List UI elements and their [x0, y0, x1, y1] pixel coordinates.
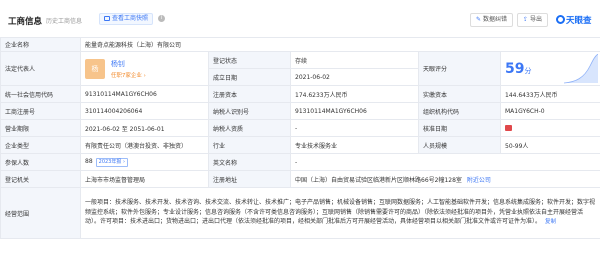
table-row: 登记机关 上海市市场监督管理局 注册地址 中国（上海）自由贸易试验区临港新片区顺…: [0, 170, 600, 188]
credit-code-label: 统一社会信用代码: [0, 85, 81, 103]
company-type-label: 企业类型: [0, 136, 81, 154]
taxpayer-label: 纳税人资质: [208, 119, 291, 137]
insured-label: 参保人数: [0, 153, 81, 171]
address-cell: 中国（上海）自由贸易试验区临港新片区顺林路66号2幢128室 附近公司: [289, 170, 600, 188]
insured-count: 88: [85, 157, 93, 165]
company-name-label: 企业名称: [0, 37, 81, 52]
avatar: 杨: [85, 58, 105, 79]
table-row: 工商注册号 310114004206064 纳税人识别号 91310114MA1…: [0, 102, 600, 120]
export-icon: ⇪: [523, 16, 529, 23]
nearby-companies-link[interactable]: 附近公司: [467, 177, 491, 184]
taxpayer-qualification: -: [290, 119, 419, 137]
business-scope: 一般项目：技术服务、技术开发、技术咨询、技术交流、技术转让、技术推广；电子产品销…: [85, 199, 596, 226]
staff-size: 50-99人: [499, 136, 600, 154]
edit-icon: ✎: [476, 16, 482, 23]
brand-name: 天眼查: [566, 16, 592, 26]
table-row: 经营范围 一般项目：技术服务、技术开发、技术咨询、技术交流、技术转让、技术推广；…: [0, 187, 600, 239]
paid-capital-label: 实缴资本: [418, 85, 501, 103]
info-icon[interactable]: i: [158, 15, 165, 22]
legal-rep-label: 法定代表人: [0, 51, 81, 86]
annual-report-badge[interactable]: 2023年报 ›: [95, 157, 128, 167]
table-row: 企业名称 能量奇点能源科技（上海）有限公司: [0, 37, 600, 52]
registered-address: 中国（上海）自由贸易试验区临港新片区顺林路66号2幢128室: [295, 176, 462, 184]
english-name-label: 英文名称: [208, 153, 291, 171]
tax-id: 91310114MA1GY6CH06: [290, 102, 419, 120]
section-header: 工商信息 历史工商信息 查看工商快照 i ✎ 数据纠错 ⇪ 导出 天眼查: [0, 0, 600, 34]
org-code-label: 组织机构代码: [418, 102, 501, 120]
english-name: -: [289, 153, 600, 171]
snapshot-label: 查看工商快照: [112, 15, 149, 22]
legal-rep-positions[interactable]: 任职7家企业 ›: [111, 71, 146, 79]
score-unit: 分: [524, 66, 532, 75]
biz-reg-label: 工商注册号: [0, 102, 81, 120]
approval-date-cell[interactable]: [499, 119, 600, 137]
table-row: 参保人数 88 2023年报 › 英文名称 -: [0, 153, 600, 171]
snapshot-button[interactable]: 查看工商快照: [99, 13, 154, 25]
data-correction-button[interactable]: ✎ 数据纠错: [470, 13, 514, 27]
tax-id-label: 纳税人识别号: [208, 102, 291, 120]
industry: 专业技术服务业: [290, 136, 419, 154]
score-label: 天眼评分: [418, 51, 501, 86]
address-label: 注册地址: [208, 170, 291, 188]
org-code: MA1GY6CH-0: [499, 102, 600, 120]
business-term: 2021-06-02 至 2051-06-01: [80, 119, 209, 137]
brand-logo: 天眼查: [556, 14, 592, 26]
legal-rep-cell: 杨 杨钊 任职7家企业 ›: [80, 51, 209, 86]
industry-label: 行业: [208, 136, 291, 154]
camera-icon: [104, 16, 110, 21]
authority-label: 登记机关: [0, 170, 81, 188]
business-info-table: 企业名称 能量奇点能源科技（上海）有限公司 法定代表人 杨 杨钊 任职7家企业 …: [0, 37, 600, 239]
status-label: 登记状态: [208, 51, 291, 69]
company-type: 有限责任公司（港澳台投资、非独资）: [80, 136, 209, 154]
business-scope-cell: 一般项目：技术服务、技术开发、技术咨询、技术交流、技术转让、技术推广；电子产品销…: [79, 187, 600, 239]
data-correction-label: 数据纠错: [483, 16, 508, 23]
table-row: 营业期限 2021-06-02 至 2051-06-01 纳税人资质 - 核准日…: [0, 119, 600, 137]
biz-reg-number: 310114004206064: [80, 102, 209, 120]
table-row: 企业类型 有限责任公司（港澳台投资、非独资） 行业 专业技术服务业 人员规模 5…: [0, 136, 600, 154]
legal-rep-name[interactable]: 杨钊: [111, 59, 146, 69]
brand-eye-icon: [556, 15, 565, 24]
reg-capital-label: 注册资本: [208, 85, 291, 103]
score-distribution-icon: [564, 54, 599, 84]
export-button[interactable]: ⇪ 导出: [517, 13, 549, 27]
lock-icon: [505, 124, 512, 131]
reg-capital: 174.6233万人民币: [290, 85, 419, 103]
company-name: 能量奇点能源科技（上海）有限公司: [79, 37, 600, 52]
scope-label: 经营范围: [0, 187, 81, 239]
status-badge: 存续: [290, 51, 419, 69]
score-cell[interactable]: 59分: [499, 51, 600, 86]
insured-cell: 88 2023年报 ›: [80, 153, 209, 171]
table-row: 法定代表人 杨 杨钊 任职7家企业 › 登记状态 存续 天眼评分 59分: [0, 51, 600, 86]
credit-code: 91310114MA1GY6CH06: [80, 85, 209, 103]
staff-size-label: 人员规模: [418, 136, 501, 154]
score-value: 59: [505, 60, 525, 77]
founded-date: 2021-06-02: [290, 68, 419, 86]
copy-button[interactable]: 复制: [545, 219, 556, 225]
founded-label: 成立日期: [208, 68, 291, 86]
score-value-wrap: 59分: [505, 61, 531, 77]
history-info-link[interactable]: 历史工商信息: [46, 16, 82, 25]
paid-capital: 144.6433万人民币: [499, 85, 600, 103]
term-label: 营业期限: [0, 119, 81, 137]
table-row: 统一社会信用代码 91310114MA1GY6CH06 注册资本 174.623…: [0, 85, 600, 103]
approval-date-label: 核准日期: [418, 119, 501, 137]
registration-authority: 上海市市场监督管理局: [80, 170, 209, 188]
section-title: 工商信息: [8, 17, 43, 27]
export-label: 导出: [530, 16, 543, 23]
